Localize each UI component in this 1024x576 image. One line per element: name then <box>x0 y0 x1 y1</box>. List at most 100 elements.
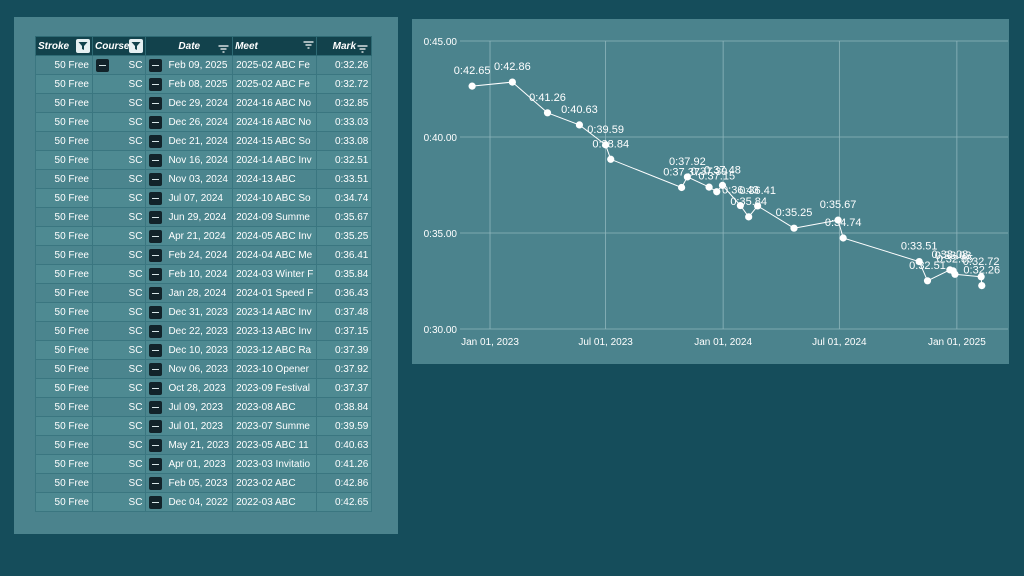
minus-box-icon[interactable] <box>149 457 163 471</box>
minus-box-icon[interactable] <box>149 115 163 129</box>
stroke-cell: 50 Free <box>35 378 93 398</box>
stroke-cell: 50 Free <box>35 131 93 151</box>
table-row[interactable]: 50 Free SC Dec 26, 2024 2024-16 ABC No 0:33.… <box>35 112 373 132</box>
table-row[interactable]: 50 Free SC Dec 22, 2023 2023-13 ABC Inv 0:37… <box>35 321 373 341</box>
minus-box-icon[interactable] <box>149 476 163 490</box>
meet-cell: 2024-16 ABC No <box>232 93 318 113</box>
meet-cell: 2024-05 ABC Inv <box>232 226 318 246</box>
mark-value: 0:32.51 <box>334 154 369 166</box>
stroke-cell: 50 Free <box>35 321 93 341</box>
minus-box-icon[interactable] <box>149 438 163 452</box>
sort-lines-icon[interactable] <box>357 44 368 55</box>
meet-cell: 2023-03 Invitatio <box>232 454 318 474</box>
minus-box-icon[interactable] <box>149 305 163 319</box>
column-header-mark[interactable]: Mark <box>316 36 373 56</box>
table-row[interactable]: 50 Free SC Nov 16, 2024 2024-14 ABC Inv 0:32… <box>35 150 373 170</box>
mark-value: 0:42.86 <box>334 477 369 489</box>
minus-box-icon[interactable] <box>149 134 163 148</box>
minus-box-icon[interactable] <box>149 96 163 110</box>
column-header-stroke[interactable]: Stroke <box>35 36 93 56</box>
table-row[interactable]: 50 Free SC May 21, 2023 2023-05 ABC 11 0:40.… <box>35 435 373 455</box>
table-row[interactable]: 50 Free SC Jul 01, 2023 2023-07 Summe 0:39.5… <box>35 416 373 436</box>
meet-cell: 2024-14 ABC Inv <box>232 150 318 170</box>
minus-box-icon[interactable] <box>149 267 163 281</box>
minus-box-icon[interactable] <box>149 419 163 433</box>
date-value: Feb 24, 2024 <box>168 249 228 261</box>
meet-value: 2024-05 ABC Inv <box>236 230 312 242</box>
table-row[interactable]: 50 Free SC Feb 08, 2025 2025-02 ABC Fe 0:32.… <box>35 74 373 94</box>
minus-box-icon[interactable] <box>149 191 163 205</box>
stroke-value: 50 Free <box>54 173 89 185</box>
minus-box-icon[interactable] <box>149 324 163 338</box>
table-row[interactable]: 50 Free SC Dec 21, 2024 2024-15 ABC So 0:33.… <box>35 131 373 151</box>
table-row[interactable]: 50 Free SC Dec 29, 2024 2024-16 ABC No 0:32.… <box>35 93 373 113</box>
course-value: SC <box>128 154 143 166</box>
table-row[interactable]: 50 Free SC Oct 28, 2023 2023-09 Festival 0:3… <box>35 378 373 398</box>
table-row[interactable]: 50 Free SC Apr 01, 2023 2023-03 Invitatio 0:… <box>35 454 373 474</box>
data-label: 0:39.59 <box>587 124 624 136</box>
table-row[interactable]: 50 Free SC Feb 09, 2025 2025-02 ABC Fe 0:32.… <box>35 55 373 75</box>
stroke-value: 50 Free <box>54 249 89 261</box>
meet-value: 2025-02 ABC Fe <box>236 59 310 71</box>
table-row[interactable]: 50 Free SC Feb 05, 2023 2023-02 ABC 0:42.86 <box>35 473 373 493</box>
meet-cell: 2023-05 ABC 11 <box>232 435 318 455</box>
table-row[interactable]: 50 Free SC Jun 29, 2024 2024-09 Summe 0:35.6… <box>35 207 373 227</box>
table-row[interactable]: 50 Free SC Jul 09, 2023 2023-08 ABC 0:38.84 <box>35 397 373 417</box>
data-point <box>839 234 847 242</box>
table-row[interactable]: 50 Free SC Feb 24, 2024 2024-04 ABC Me 0:36.… <box>35 245 373 265</box>
minus-box-icon[interactable] <box>149 286 163 300</box>
table-row[interactable]: 50 Free SC Nov 03, 2024 2024-13 ABC 0:33.51 <box>35 169 373 189</box>
sort-lines-icon[interactable] <box>218 44 229 55</box>
table-row[interactable]: 50 Free SC Dec 31, 2023 2023-14 ABC Inv 0:37… <box>35 302 373 322</box>
meet-cell: 2023-14 ABC Inv <box>232 302 318 322</box>
table-row[interactable]: 50 Free SC Apr 21, 2024 2024-05 ABC Inv 0:35… <box>35 226 373 246</box>
course-value: SC <box>128 287 143 299</box>
minus-box-icon[interactable] <box>149 248 163 262</box>
meet-cell: 2023-12 ABC Ra <box>232 340 318 360</box>
stroke-value: 50 Free <box>54 59 89 71</box>
meet-value: 2024-10 ABC So <box>236 192 311 204</box>
column-header-date[interactable]: Date <box>145 36 234 56</box>
minus-box-icon[interactable] <box>149 400 163 414</box>
mark-value: 0:36.41 <box>334 249 369 261</box>
table-row[interactable]: 50 Free SC Feb 10, 2024 2024-03 Winter F 0:3… <box>35 264 373 284</box>
minus-box-icon[interactable] <box>149 210 163 224</box>
minus-box-icon[interactable] <box>149 229 163 243</box>
filter-icon[interactable] <box>129 39 144 53</box>
date-cell: Feb 10, 2024 <box>145 264 234 284</box>
minus-box-icon[interactable] <box>149 495 163 509</box>
course-value: SC <box>128 344 143 356</box>
table-row[interactable]: 50 Free SC Dec 04, 2022 2022-03 ABC 0:42.65 <box>35 492 373 512</box>
column-header-meet[interactable]: Meet <box>232 36 318 56</box>
minus-box-icon[interactable] <box>149 381 163 395</box>
minus-box-icon[interactable] <box>149 153 163 167</box>
minus-box-icon[interactable] <box>96 58 109 72</box>
course-cell: SC <box>91 112 147 132</box>
course-cell: SC <box>91 302 147 322</box>
date-cell: Feb 05, 2023 <box>145 473 234 493</box>
minus-box-icon[interactable] <box>149 172 163 186</box>
course-value: SC <box>128 306 143 318</box>
minus-box-icon[interactable] <box>149 343 163 357</box>
mark-value: 0:35.25 <box>334 230 369 242</box>
sort-lines-icon[interactable] <box>303 40 314 53</box>
data-label: 0:41.26 <box>529 92 566 104</box>
stroke-value: 50 Free <box>54 211 89 223</box>
meet-value: 2024-16 ABC No <box>236 116 312 128</box>
meet-cell: 2023-13 ABC Inv <box>232 321 318 341</box>
stroke-cell: 50 Free <box>35 340 93 360</box>
minus-box-icon[interactable] <box>149 362 163 376</box>
meet-cell: 2024-04 ABC Me <box>232 245 318 265</box>
course-value: SC <box>128 192 143 204</box>
filter-icon[interactable] <box>76 39 90 53</box>
table-row[interactable]: 50 Free SC Jan 28, 2024 2024-01 Speed F 0:36… <box>35 283 373 303</box>
column-header-course[interactable]: Course <box>91 36 147 56</box>
data-label: 0:32.26 <box>963 265 1000 277</box>
table-row[interactable]: 50 Free SC Dec 10, 2023 2023-12 ABC Ra 0:37.… <box>35 340 373 360</box>
minus-box-icon[interactable] <box>149 58 163 72</box>
table-row[interactable]: 50 Free SC Nov 06, 2023 2023-10 Opener 0:37.… <box>35 359 373 379</box>
date-cell: Dec 10, 2023 <box>145 340 234 360</box>
minus-box-icon[interactable] <box>149 77 163 91</box>
table-row[interactable]: 50 Free SC Jul 07, 2024 2024-10 ABC So 0:34.… <box>35 188 373 208</box>
meet-value: 2024-16 ABC No <box>236 97 312 109</box>
